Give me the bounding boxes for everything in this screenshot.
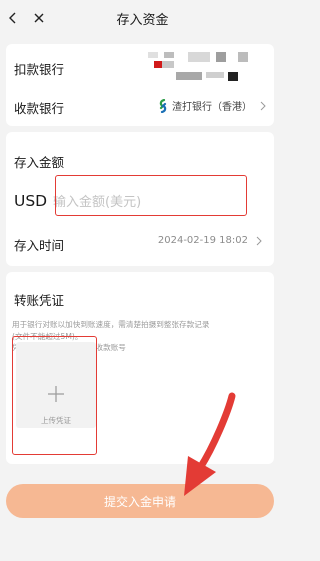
payee-bank-label: 收款银行: [14, 101, 65, 116]
chevron-right-icon: [260, 101, 266, 110]
payee-bank-name: 渣打银行（香港）: [172, 102, 252, 113]
page-title: 存入资金: [116, 13, 169, 28]
bank-card: 扣款银行 收款银行 渣打银行（香港）: [6, 44, 274, 126]
debit-bank-row[interactable]: 扣款银行: [14, 52, 266, 81]
proof-title: 转账凭证: [14, 293, 65, 308]
payee-bank-row[interactable]: 收款银行 渣打银行（香港）: [14, 95, 266, 116]
transfer-proof-card: 转账凭证 用于银行对账以加快到账速度，需清楚拍摄到整张存款记录 (文件不能超过5…: [6, 272, 274, 464]
chevron-right-icon: [256, 236, 262, 245]
amount-card: 存入金额 USD 存入时间 2024-02-19 18:02: [6, 132, 274, 266]
proof-desc-line: (文件不能超过5M)。: [12, 331, 83, 341]
upload-proof-label: 上传凭证: [41, 416, 71, 425]
nav-bar: 存入资金: [0, 0, 285, 40]
masked-debit-bank: [148, 48, 258, 82]
standard-chartered-logo-icon: [159, 98, 167, 113]
proof-desc-line: 用于银行对账以加快到账速度，需清楚拍摄到整张存款记录: [12, 320, 210, 329]
deposit-time-value: 2024-02-19 18:02: [157, 235, 248, 246]
amount-title: 存入金额: [14, 155, 65, 170]
currency-label: USD: [14, 192, 48, 210]
deposit-time-label: 存入时间: [14, 238, 65, 253]
payee-bank-value: 渣打银行（香港）: [157, 98, 266, 113]
submit-deposit-button[interactable]: 提交入金申请: [6, 484, 274, 518]
upload-proof-button[interactable]: 上传凭证: [16, 342, 96, 428]
plus-icon: [48, 386, 64, 402]
deposit-time-picker[interactable]: 2024-02-19 18:02: [158, 235, 262, 246]
deposit-funds-page: 存入资金 扣款银行 收款银行 渣打银行（香港） 存入金额 USD 输入金额(美元…: [0, 0, 285, 561]
debit-bank-label: 扣款银行: [14, 62, 65, 77]
amount-input[interactable]: [53, 191, 233, 213]
